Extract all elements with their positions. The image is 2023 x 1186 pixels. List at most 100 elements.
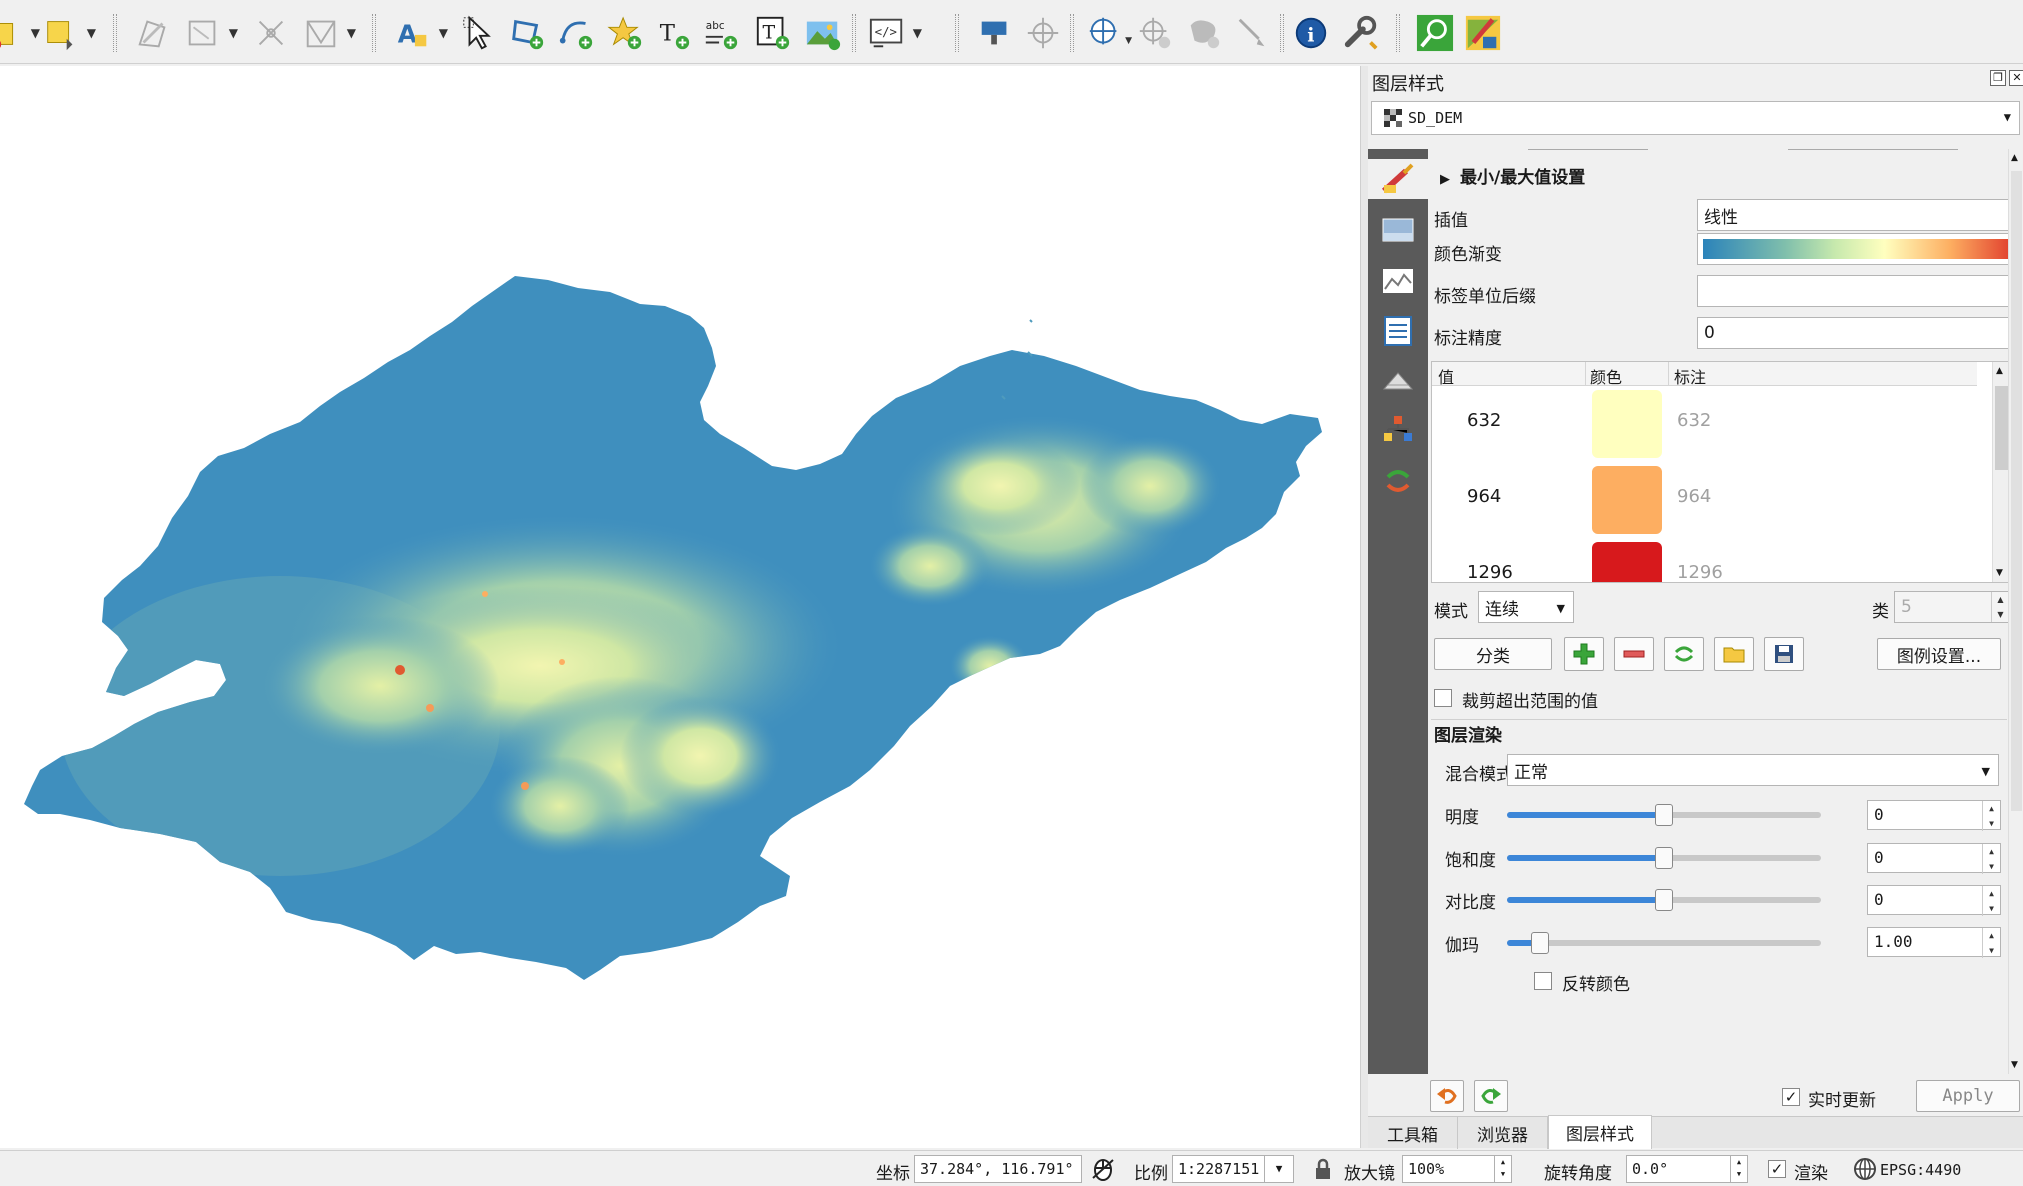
add-image-icon[interactable]: [802, 12, 844, 54]
slider-handle[interactable]: [1655, 847, 1673, 869]
vertex-tool-icon[interactable]: [250, 12, 292, 54]
brightness-slider[interactable]: [1507, 804, 1821, 826]
class-value[interactable]: 964: [1467, 486, 1501, 507]
table-row[interactable]: 964 964: [1432, 462, 1977, 538]
symbology-tab[interactable]: [1368, 159, 1428, 199]
measure-icon[interactable]: [1232, 12, 1274, 54]
add-label-icon[interactable]: abc: [700, 12, 742, 54]
class-value[interactable]: 1296: [1467, 562, 1513, 582]
slider-handle[interactable]: [1655, 804, 1673, 826]
histogram-tab[interactable]: [1378, 261, 1418, 301]
interpolation-combo[interactable]: 线性▼: [1697, 199, 2010, 231]
class-label[interactable]: 632: [1677, 410, 1711, 431]
slider-handle[interactable]: [1531, 932, 1549, 954]
spin-arrows-icon[interactable]: ▲ ▼: [1494, 1155, 1512, 1183]
reverse-button[interactable]: [1664, 637, 1704, 671]
shape-icon[interactable]: [1183, 12, 1225, 54]
spin-arrows-icon[interactable]: ▲ ▼: [1991, 592, 2009, 622]
pin-label-icon[interactable]: [974, 12, 1016, 54]
spin-arrows-icon[interactable]: ▲ ▼: [1982, 928, 2000, 958]
undo-button[interactable]: [1430, 1080, 1464, 1112]
crs-label[interactable]: EPSG:4490: [1880, 1161, 1961, 1179]
transparency-tab[interactable]: [1378, 211, 1418, 251]
minmax-section-header[interactable]: ▶ 最小/最大值设置: [1440, 163, 1585, 188]
class-color-swatch[interactable]: [1592, 542, 1662, 582]
remove-class-button[interactable]: [1614, 637, 1654, 671]
metadata-tab[interactable]: [1378, 311, 1418, 351]
redo-button[interactable]: [1474, 1080, 1508, 1112]
saturation-slider[interactable]: [1507, 847, 1821, 869]
tab-layer-styling[interactable]: 图层样式: [1548, 1115, 1652, 1149]
clip-checkbox[interactable]: [1434, 689, 1452, 707]
add-text-icon[interactable]: T: [652, 12, 694, 54]
deselect-icon[interactable]: ▼: [0, 12, 40, 54]
legend-tab[interactable]: [1378, 411, 1418, 451]
add-line-icon[interactable]: [555, 12, 597, 54]
legend-settings-button[interactable]: 图例设置...: [1877, 638, 2001, 670]
class-label[interactable]: 964: [1677, 486, 1711, 507]
class-value[interactable]: 632: [1467, 410, 1501, 431]
precision-spinbox[interactable]: 0 ✕ ▲▼: [1697, 317, 2010, 349]
move-label-icon[interactable]: [1022, 12, 1064, 54]
add-feature-icon[interactable]: [1134, 12, 1176, 54]
pyramids-tab[interactable]: [1378, 361, 1418, 401]
topology-icon[interactable]: ▼: [300, 12, 356, 54]
class-color-swatch[interactable]: [1592, 466, 1662, 534]
add-point-icon[interactable]: [604, 12, 646, 54]
class-color-swatch[interactable]: [1592, 390, 1662, 458]
unit-suffix-input[interactable]: [1697, 275, 2010, 307]
spin-arrows-icon[interactable]: ▲ ▼: [1982, 886, 2000, 916]
label-icon[interactable]: A ▼: [392, 12, 448, 54]
spin-arrows-icon[interactable]: ▲ ▼: [1982, 844, 2000, 874]
save-colormap-button[interactable]: [1764, 637, 1804, 671]
tab-browser[interactable]: 浏览器: [1458, 1117, 1548, 1149]
invert-checkbox[interactable]: [1534, 972, 1552, 990]
label-column-header[interactable]: 标注: [1674, 364, 1706, 388]
class-label[interactable]: 1296: [1677, 562, 1723, 582]
tab-toolbox[interactable]: 工具箱: [1368, 1117, 1458, 1149]
contrast-spinbox[interactable]: 0 ▲ ▼: [1867, 885, 2001, 916]
load-colormap-button[interactable]: [1714, 637, 1754, 671]
identify-icon[interactable]: i: [1290, 12, 1332, 54]
blend-mode-combo[interactable]: 正常 ▼: [1507, 754, 1999, 786]
digitize-icon[interactable]: [132, 12, 174, 54]
search-icon[interactable]: [1414, 12, 1456, 54]
history-tab[interactable]: [1378, 461, 1418, 501]
table-row[interactable]: 1296 1296: [1432, 538, 1977, 582]
crs-globe-icon[interactable]: [1852, 1156, 1878, 1182]
gamma-spinbox[interactable]: 1.00 ▲ ▼: [1867, 927, 2001, 958]
slider-handle[interactable]: [1655, 889, 1673, 911]
select-label-icon[interactable]: [458, 12, 500, 54]
table-row[interactable]: 632 632: [1432, 386, 1977, 462]
value-column-header[interactable]: 值: [1438, 364, 1454, 388]
close-icon[interactable]: ✕: [2009, 70, 2023, 86]
add-polygon-icon[interactable]: [506, 12, 548, 54]
add-html-icon[interactable]: </> ▼: [866, 12, 922, 54]
select-feature-icon[interactable]: ▼: [40, 12, 96, 54]
georeference-icon[interactable]: ▼: [1084, 12, 1132, 54]
classes-spinbox[interactable]: 5 ▲ ▼: [1894, 591, 2010, 623]
add-class-button[interactable]: [1564, 637, 1604, 671]
add-textbox-icon[interactable]: T: [752, 12, 794, 54]
brightness-spinbox[interactable]: 0 ▲ ▼: [1867, 800, 2001, 831]
edit-geometry-icon[interactable]: ▼: [182, 12, 238, 54]
gamma-slider[interactable]: [1507, 932, 1821, 954]
scale-dropdown[interactable]: ▼: [1264, 1155, 1294, 1183]
spin-arrows-icon[interactable]: ▲ ▼: [1982, 801, 2000, 831]
contrast-slider[interactable]: [1507, 889, 1821, 911]
plugin-tool-icon[interactable]: [1340, 12, 1382, 54]
mode-combo[interactable]: 连续 ▼: [1478, 591, 1574, 623]
render-checkbox[interactable]: ✓: [1768, 1160, 1786, 1178]
layer-selector[interactable]: SD_DEM ▼: [1371, 101, 2020, 135]
spin-arrows-icon[interactable]: ▲ ▼: [1730, 1155, 1748, 1183]
panel-scrollbar[interactable]: ▲ ▼: [2008, 149, 2023, 1074]
classify-button[interactable]: 分类: [1434, 638, 1552, 670]
mouse-toggle-icon[interactable]: [1090, 1156, 1116, 1182]
apply-button[interactable]: Apply: [1916, 1080, 2020, 1112]
color-column-header[interactable]: 颜色: [1590, 364, 1622, 388]
coordinate-field[interactable]: 37.284°, 116.791°: [914, 1155, 1082, 1183]
style-brush-icon[interactable]: [1462, 12, 1504, 54]
dock-splitter[interactable]: [1360, 66, 1368, 1148]
color-ramp-button[interactable]: [1697, 233, 2010, 265]
live-update-checkbox[interactable]: ✓: [1782, 1088, 1800, 1106]
